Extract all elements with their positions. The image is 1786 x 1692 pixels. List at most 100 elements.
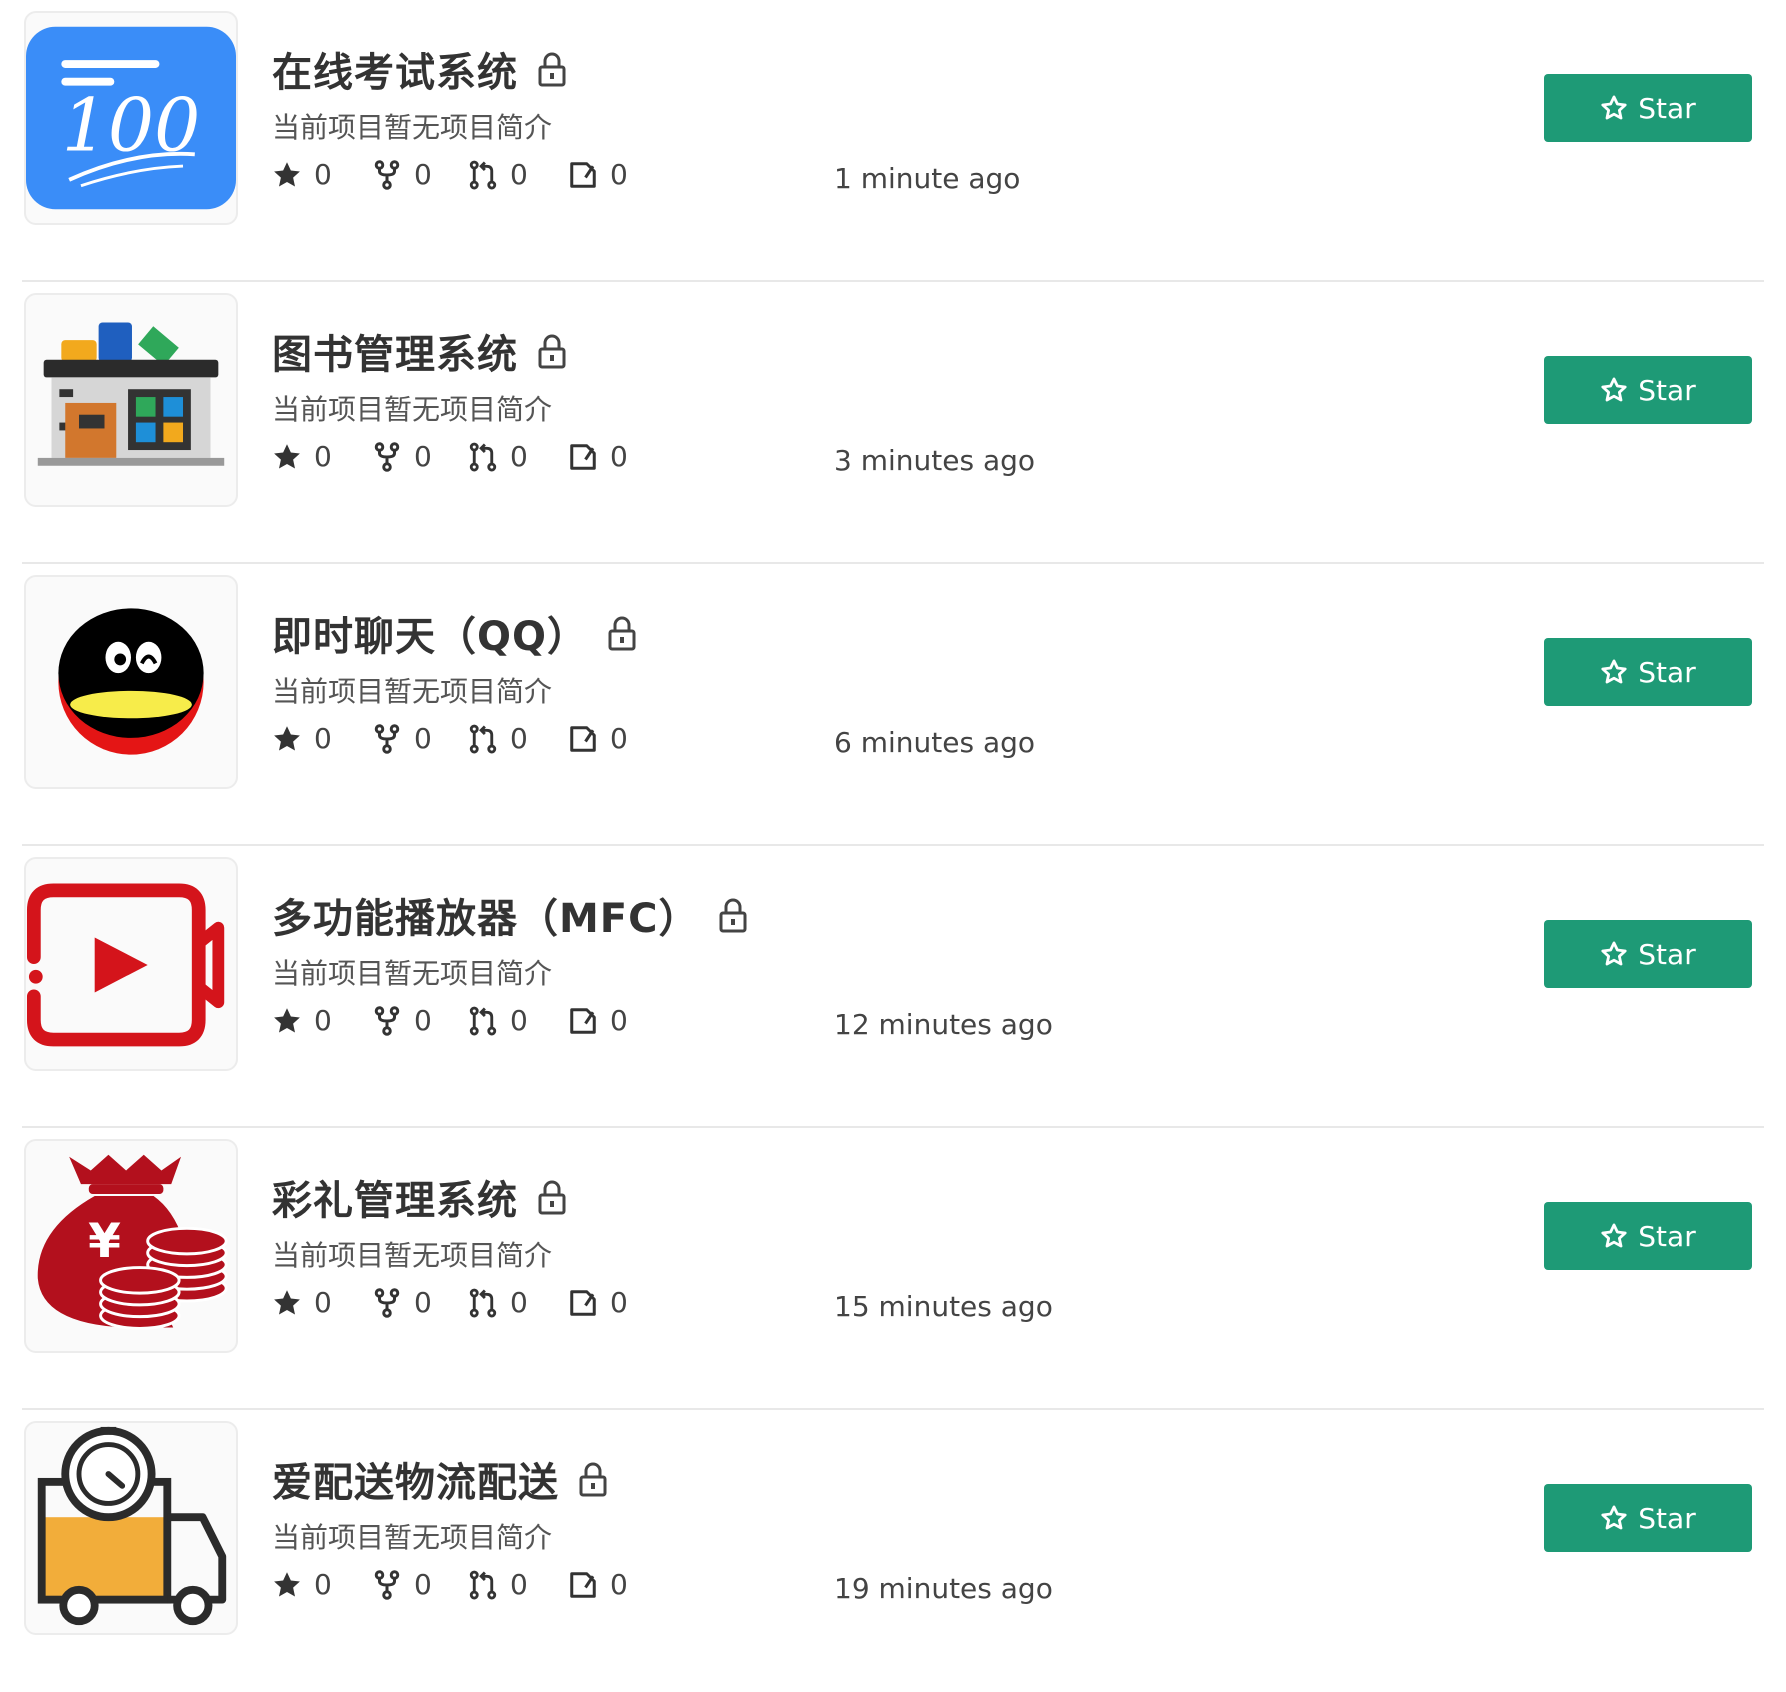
repo-description: 当前项目暂无项目简介	[272, 1239, 553, 1272]
issues-stat[interactable]: 0	[568, 1568, 628, 1601]
lock-icon	[579, 1461, 607, 1497]
issues-stat[interactable]: 0	[568, 1286, 628, 1319]
repo-row: 多功能播放器（MFC） 当前项目暂无项目简介 0 0 0 0 12 minute…	[22, 846, 1764, 1128]
star-button[interactable]: Star	[1544, 356, 1752, 424]
repo-title[interactable]: 彩礼管理系统	[272, 1168, 518, 1226]
star-icon	[272, 1288, 302, 1318]
repo-title[interactable]: 在线考试系统	[272, 40, 518, 98]
issues-count: 0	[610, 1004, 628, 1037]
stars-stat[interactable]: 0	[272, 722, 332, 755]
pull-requests-stat[interactable]: 0	[468, 1286, 528, 1319]
star-button-label: Star	[1638, 1219, 1696, 1253]
issues-stat[interactable]: 0	[568, 440, 628, 473]
fork-icon	[372, 1570, 402, 1600]
pull-requests-count: 0	[510, 158, 528, 191]
stars-stat[interactable]: 0	[272, 1004, 332, 1037]
repo-title[interactable]: 图书管理系统	[272, 322, 518, 380]
issues-count: 0	[610, 722, 628, 755]
pull-requests-count: 0	[510, 722, 528, 755]
star-button[interactable]: Star	[1544, 920, 1752, 988]
repo-title[interactable]: 即时聊天（QQ）	[272, 604, 588, 662]
repo-description: 当前项目暂无项目简介	[272, 1521, 553, 1554]
money-bag-logo[interactable]: ¥	[24, 1139, 238, 1353]
pull-requests-count: 0	[510, 1568, 528, 1601]
repo-title-wrap: 在线考试系统	[272, 40, 566, 98]
repo-title[interactable]: 爱配送物流配送	[272, 1450, 559, 1508]
star-button-label: Star	[1638, 1501, 1696, 1535]
pull-requests-stat[interactable]: 0	[468, 1004, 528, 1037]
lock-icon	[538, 333, 566, 369]
fork-icon	[372, 1288, 402, 1318]
stars-count: 0	[314, 1568, 332, 1601]
repo-description: 当前项目暂无项目简介	[272, 393, 553, 426]
fork-icon	[372, 160, 402, 190]
pull-requests-count: 0	[510, 440, 528, 473]
forks-stat[interactable]: 0	[372, 1568, 432, 1601]
pull-requests-stat[interactable]: 0	[468, 722, 528, 755]
svg-text:¥: ¥	[88, 1214, 121, 1269]
repo-description: 当前项目暂无项目简介	[272, 111, 553, 144]
stars-stat[interactable]: 0	[272, 440, 332, 473]
library-building-logo[interactable]	[24, 293, 238, 507]
pull-requests-stat[interactable]: 0	[468, 1568, 528, 1601]
issues-count: 0	[610, 158, 628, 191]
updated-time: 15 minutes ago	[834, 1290, 1053, 1323]
repo-row: 爱配送物流配送 当前项目暂无项目简介 0 0 0 0 19 minutes ag…	[22, 1410, 1764, 1692]
issue-icon	[568, 1006, 598, 1036]
repo-description: 当前项目暂无项目简介	[272, 957, 553, 990]
fork-icon	[372, 442, 402, 472]
delivery-truck-logo[interactable]	[24, 1421, 238, 1635]
star-button[interactable]: Star	[1544, 74, 1752, 142]
star-button[interactable]: Star	[1544, 1202, 1752, 1270]
repo-title-wrap: 多功能播放器（MFC）	[272, 886, 747, 944]
pull-request-icon	[468, 1006, 498, 1036]
qq-penguin-logo[interactable]	[24, 575, 238, 789]
issues-count: 0	[610, 1286, 628, 1319]
forks-stat[interactable]: 0	[372, 1286, 432, 1319]
pull-request-icon	[468, 724, 498, 754]
issue-icon	[568, 160, 598, 190]
updated-time: 19 minutes ago	[834, 1572, 1053, 1605]
lock-icon	[538, 1179, 566, 1215]
100-score-logo[interactable]: 100	[24, 11, 238, 225]
forks-stat[interactable]: 0	[372, 722, 432, 755]
stars-count: 0	[314, 722, 332, 755]
lock-icon	[719, 897, 747, 933]
star-button-label: Star	[1638, 655, 1696, 689]
repo-title[interactable]: 多功能播放器（MFC）	[272, 886, 699, 944]
video-player-logo[interactable]	[24, 857, 238, 1071]
issue-icon	[568, 1288, 598, 1318]
forks-count: 0	[414, 1004, 432, 1037]
star-icon	[272, 160, 302, 190]
forks-count: 0	[414, 1568, 432, 1601]
pull-request-icon	[468, 442, 498, 472]
stars-count: 0	[314, 158, 332, 191]
star-button[interactable]: Star	[1544, 1484, 1752, 1552]
star-outline-icon	[1600, 1222, 1628, 1250]
star-button[interactable]: Star	[1544, 638, 1752, 706]
forks-stat[interactable]: 0	[372, 158, 432, 191]
forks-count: 0	[414, 1286, 432, 1319]
lock-icon	[538, 51, 566, 87]
issues-stat[interactable]: 0	[568, 158, 628, 191]
stars-stat[interactable]: 0	[272, 1286, 332, 1319]
issues-count: 0	[610, 440, 628, 473]
repo-title-wrap: 图书管理系统	[272, 322, 566, 380]
pull-requests-stat[interactable]: 0	[468, 158, 528, 191]
forks-count: 0	[414, 440, 432, 473]
stars-count: 0	[314, 440, 332, 473]
forks-stat[interactable]: 0	[372, 1004, 432, 1037]
issue-icon	[568, 1570, 598, 1600]
stars-stat[interactable]: 0	[272, 158, 332, 191]
issues-stat[interactable]: 0	[568, 1004, 628, 1037]
stars-stat[interactable]: 0	[272, 1568, 332, 1601]
pull-request-icon	[468, 1570, 498, 1600]
star-icon	[272, 442, 302, 472]
pull-requests-count: 0	[510, 1004, 528, 1037]
star-outline-icon	[1600, 94, 1628, 122]
forks-stat[interactable]: 0	[372, 440, 432, 473]
issues-stat[interactable]: 0	[568, 722, 628, 755]
pull-requests-stat[interactable]: 0	[468, 440, 528, 473]
issues-count: 0	[610, 1568, 628, 1601]
fork-icon	[372, 724, 402, 754]
